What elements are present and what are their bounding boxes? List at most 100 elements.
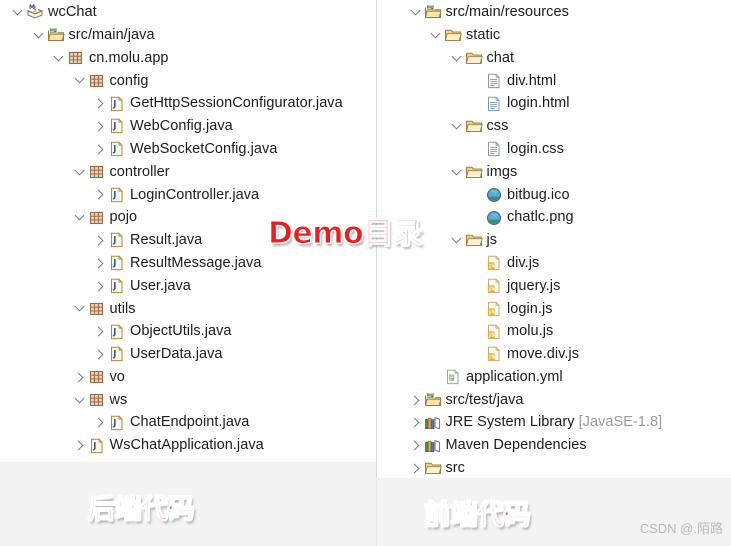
tree-row[interactable]: J ChatEndpoint.java <box>0 411 376 434</box>
tree-row[interactable]: bitbug.ico <box>377 183 731 206</box>
tree-row[interactable]: js <box>377 229 731 252</box>
tree-row[interactable]: controller <box>0 161 376 184</box>
chevron-down-icon[interactable] <box>450 229 465 252</box>
tree-row[interactable]: css <box>377 115 731 138</box>
html-file-icon <box>485 72 503 90</box>
tree-row-label: imgs <box>486 163 518 180</box>
chevron-right-icon[interactable] <box>93 320 108 343</box>
chevron-right-icon[interactable] <box>93 275 108 298</box>
chevron-right-icon[interactable] <box>73 366 88 389</box>
tree-row[interactable]: J GetHttpSessionConfigurator.java <box>0 92 376 115</box>
chevron-right-icon[interactable] <box>93 92 108 115</box>
chevron-right-icon[interactable] <box>409 434 424 457</box>
tree-row[interactable]: ws <box>0 389 376 412</box>
tree-row[interactable]: JS move.div.js <box>377 343 731 366</box>
source-folder-icon <box>47 26 65 44</box>
chevron-down-icon[interactable] <box>73 161 88 184</box>
chevron-right-icon[interactable] <box>93 252 108 275</box>
csdn-credit-label: CSDN @.陌路 <box>639 521 723 536</box>
tree-row[interactable]: application.yml <box>377 366 731 389</box>
chevron-right-icon[interactable] <box>93 115 108 138</box>
chevron-right-icon[interactable] <box>409 457 424 478</box>
chevron-right-icon[interactable] <box>93 183 108 206</box>
tree-row[interactable]: imgs <box>377 161 731 184</box>
tree-row-label: pojo <box>109 209 138 226</box>
tree-row[interactable]: J User.java <box>0 275 376 298</box>
chevron-down-icon[interactable] <box>73 297 88 320</box>
tree-row[interactable]: src <box>377 457 731 478</box>
tree-row[interactable]: static <box>377 24 731 47</box>
chevron-right-icon[interactable] <box>93 343 108 366</box>
java-file-icon: J <box>108 414 126 432</box>
html-file-icon <box>485 95 503 113</box>
folder-icon <box>465 117 483 135</box>
tree-row[interactable]: JS login.js <box>377 297 731 320</box>
js-file-icon: JS <box>485 277 503 295</box>
tree-row[interactable]: src/test/java <box>377 389 731 412</box>
frontend-project-tree[interactable]: src/main/resources static chat div.html logi… <box>377 0 731 478</box>
svg-text:J: J <box>112 327 116 337</box>
tree-row[interactable]: J WebSocketConfig.java <box>0 138 376 161</box>
tree-row[interactable]: J WebConfig.java <box>0 115 376 138</box>
tree-row[interactable]: J ResultMessage.java <box>0 252 376 275</box>
chevron-right-icon[interactable] <box>409 389 424 412</box>
tree-row-label: jquery.js <box>507 277 561 294</box>
tree-row[interactable]: J UserData.java <box>0 343 376 366</box>
svg-text:J: J <box>33 6 36 13</box>
tree-row[interactable]: JS molu.js <box>377 320 731 343</box>
chevron-right-icon[interactable] <box>409 411 424 434</box>
chevron-down-icon[interactable] <box>450 47 465 70</box>
tree-row[interactable]: cn.molu.app <box>0 47 376 70</box>
package-icon <box>88 368 106 386</box>
java-file-icon: J <box>108 277 126 295</box>
tree-row[interactable]: JS div.js <box>377 252 731 275</box>
tree-row[interactable]: J LoginController.java <box>0 183 376 206</box>
tree-row[interactable]: JS jquery.js <box>377 275 731 298</box>
tree-row[interactable]: src/main/resources <box>377 1 731 24</box>
tree-row[interactable]: div.html <box>377 69 731 92</box>
tree-row[interactable]: JRE System Library [JavaSE-1.8] <box>377 411 731 434</box>
chevron-down-icon[interactable] <box>450 115 465 138</box>
chevron-down-icon[interactable] <box>73 389 88 412</box>
tree-row[interactable]: utils <box>0 297 376 320</box>
tree-row[interactable]: J ObjectUtils.java <box>0 320 376 343</box>
js-file-icon: JS <box>485 345 503 363</box>
chevron-down-icon[interactable] <box>429 24 444 47</box>
twisty-placeholder <box>470 69 485 92</box>
chevron-down-icon[interactable] <box>32 24 47 47</box>
chevron-right-icon[interactable] <box>93 138 108 161</box>
svg-text:J: J <box>112 282 116 292</box>
chevron-down-icon[interactable] <box>73 69 88 92</box>
screenshot-root: M JwcChat src/main/java cn.molu.app config J G… <box>0 0 731 546</box>
tree-row[interactable]: chat <box>377 47 731 70</box>
svg-text:J: J <box>112 259 116 269</box>
tree-row-label: vo <box>109 368 125 385</box>
frontend-tree-panel[interactable]: src/main/resources static chat div.html logi… <box>376 0 731 478</box>
tree-row[interactable]: login.css <box>377 138 731 161</box>
tree-row-label: ws <box>109 391 128 408</box>
chevron-down-icon[interactable] <box>409 1 424 24</box>
tree-row[interactable]: J WsChatApplication.java <box>0 434 376 457</box>
tree-row[interactable]: vo <box>0 366 376 389</box>
chevron-down-icon[interactable] <box>52 47 67 70</box>
tree-row-label: WsChatApplication.java <box>109 437 264 454</box>
library-icon <box>424 437 442 455</box>
svg-text:JS: JS <box>488 355 495 361</box>
chevron-down-icon[interactable] <box>11 1 26 24</box>
tree-row[interactable]: src/main/java <box>0 24 376 47</box>
tree-row[interactable]: login.html <box>377 92 731 115</box>
tree-row[interactable]: chatlc.png <box>377 206 731 229</box>
chevron-down-icon[interactable] <box>450 161 465 184</box>
tree-row[interactable]: config <box>0 69 376 92</box>
java-file-icon: J <box>108 95 126 113</box>
twisty-placeholder <box>470 92 485 115</box>
chevron-right-icon[interactable] <box>93 229 108 252</box>
tree-row[interactable]: M JwcChat <box>0 1 376 24</box>
tree-row[interactable]: Maven Dependencies <box>377 434 731 457</box>
tree-row-label: login.js <box>507 300 553 317</box>
chevron-right-icon[interactable] <box>73 434 88 457</box>
chevron-right-icon[interactable] <box>93 411 108 434</box>
js-file-icon: JS <box>485 254 503 272</box>
chevron-down-icon[interactable] <box>73 206 88 229</box>
js-file-icon: JS <box>485 323 503 341</box>
